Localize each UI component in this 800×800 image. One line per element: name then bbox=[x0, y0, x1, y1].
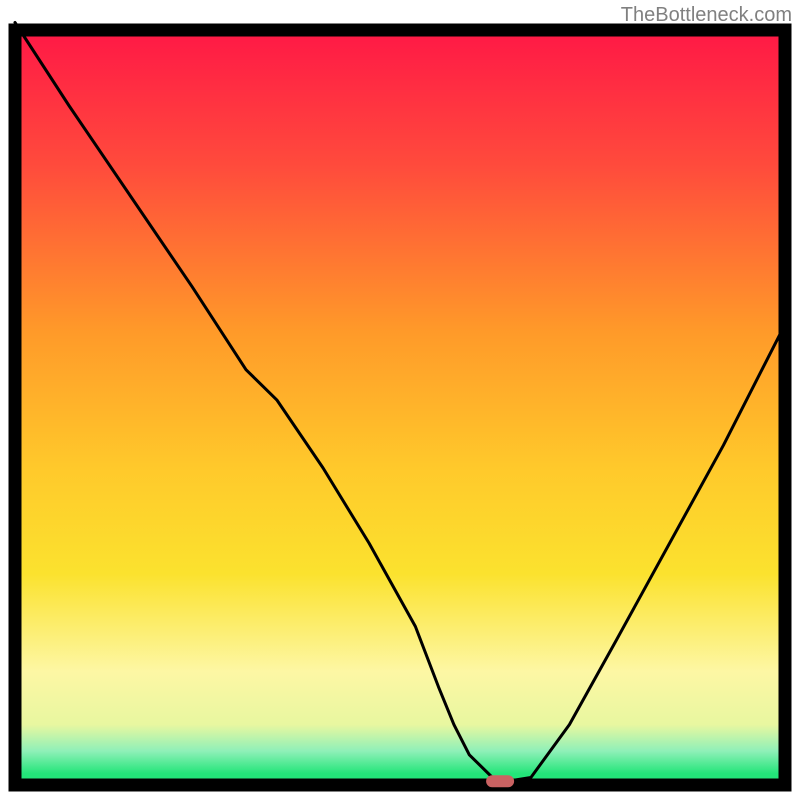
gradient-background bbox=[15, 30, 785, 785]
chart-canvas bbox=[0, 0, 800, 800]
watermark-text: TheBottleneck.com bbox=[621, 4, 792, 27]
bottleneck-chart: TheBottleneck.com bbox=[0, 0, 800, 800]
optimal-marker bbox=[486, 775, 514, 787]
